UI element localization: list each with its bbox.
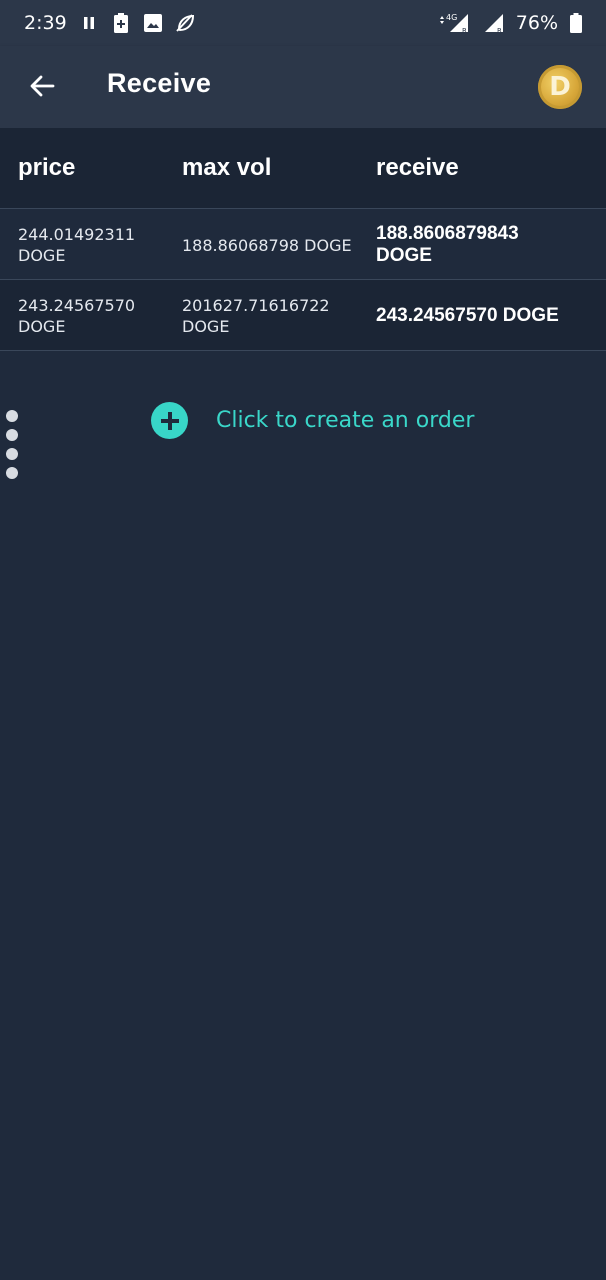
back-button[interactable] (22, 66, 62, 106)
receive-unit: DOGE (376, 245, 432, 266)
receive-value: 188.8606879843 (376, 223, 519, 244)
column-header-receive: receive (376, 154, 459, 181)
arrow-left-icon (30, 75, 55, 97)
column-header-max-vol: max vol (182, 154, 272, 181)
max-vol-cell: 201627.71616722 DOGE (182, 295, 362, 337)
app-bar: Receive D (0, 46, 606, 128)
max-vol-value: 188.86068798 DOGE (182, 236, 352, 255)
price-cell: 244.01492311 DOGE (18, 224, 168, 266)
receive-cell: 188.8606879843 DOGE (376, 223, 596, 267)
max-vol-value: 201627.71616722 (182, 296, 330, 315)
doge-coin-icon[interactable]: D (538, 65, 582, 109)
status-time: 2:39 (24, 12, 67, 34)
create-order-label: Click to create an order (216, 408, 475, 433)
price-unit: DOGE (18, 246, 66, 265)
dot-icon (6, 410, 18, 422)
max-vol-unit: DOGE (182, 317, 230, 336)
signal-icon: R (482, 13, 504, 34)
receive-value: 243.24567570 DOGE (376, 305, 559, 326)
dot-icon (6, 429, 18, 441)
battery-saver-icon (111, 13, 131, 33)
dot-icon (6, 467, 18, 479)
status-bar: 2:39 4G R R 76% (0, 0, 606, 46)
dot-icon (6, 448, 18, 460)
coin-symbol: D (549, 72, 571, 102)
column-header-price: price (18, 154, 76, 181)
page-title: Receive (107, 68, 212, 98)
table-row[interactable]: 244.01492311 DOGE 188.86068798 DOGE 188.… (0, 209, 606, 280)
plus-circle-icon (151, 402, 188, 439)
floating-menu-handle[interactable] (6, 410, 18, 479)
svg-text:R: R (497, 27, 502, 34)
max-vol-cell: 188.86068798 DOGE (182, 235, 362, 256)
price-value: 243.24567570 (18, 296, 136, 315)
create-order-button[interactable]: Click to create an order (151, 402, 474, 439)
network-label: 4G (446, 13, 457, 22)
receive-cell: 243.24567570 DOGE (376, 305, 596, 327)
image-icon (143, 13, 163, 33)
price-cell: 243.24567570 DOGE (18, 295, 168, 337)
price-unit: DOGE (18, 317, 66, 336)
table-row[interactable]: 243.24567570 DOGE 201627.71616722 DOGE 2… (0, 280, 606, 351)
pause-icon (79, 13, 99, 33)
price-value: 244.01492311 (18, 225, 136, 244)
battery-percent: 76% (515, 12, 558, 34)
no-leaf-icon (175, 13, 195, 33)
table-header: price max vol receive (0, 128, 606, 209)
battery-icon (570, 13, 582, 33)
signal-4g-icon: 4G R (439, 13, 470, 34)
svg-text:R: R (462, 27, 467, 34)
